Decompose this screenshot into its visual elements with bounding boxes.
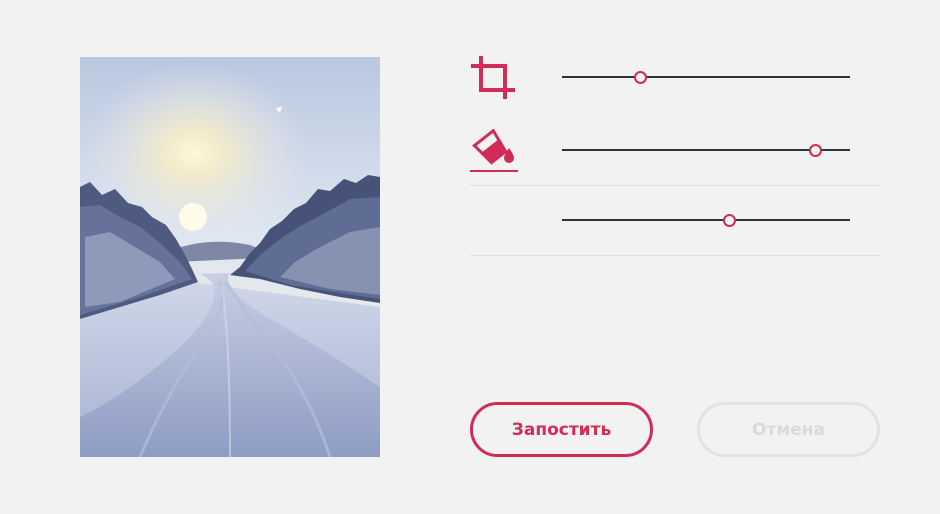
third-slider[interactable] [562,210,850,230]
slider-track [562,219,850,221]
slider-thumb[interactable] [633,71,647,84]
cancel-button[interactable]: Отмена [697,402,880,457]
fill-slider[interactable] [562,140,850,160]
post-button[interactable]: Запостить [470,402,653,457]
slider-track [562,76,850,78]
photo-preview [80,57,380,457]
crop-icon[interactable] [468,52,520,104]
slider-thumb[interactable] [723,214,737,227]
crop-slider[interactable] [562,67,850,87]
selected-tool-underline [470,170,518,172]
paint-bucket-icon[interactable] [468,124,520,176]
divider [470,255,880,256]
slider-thumb[interactable] [809,144,823,157]
slider-track [562,149,850,151]
divider [470,185,880,186]
